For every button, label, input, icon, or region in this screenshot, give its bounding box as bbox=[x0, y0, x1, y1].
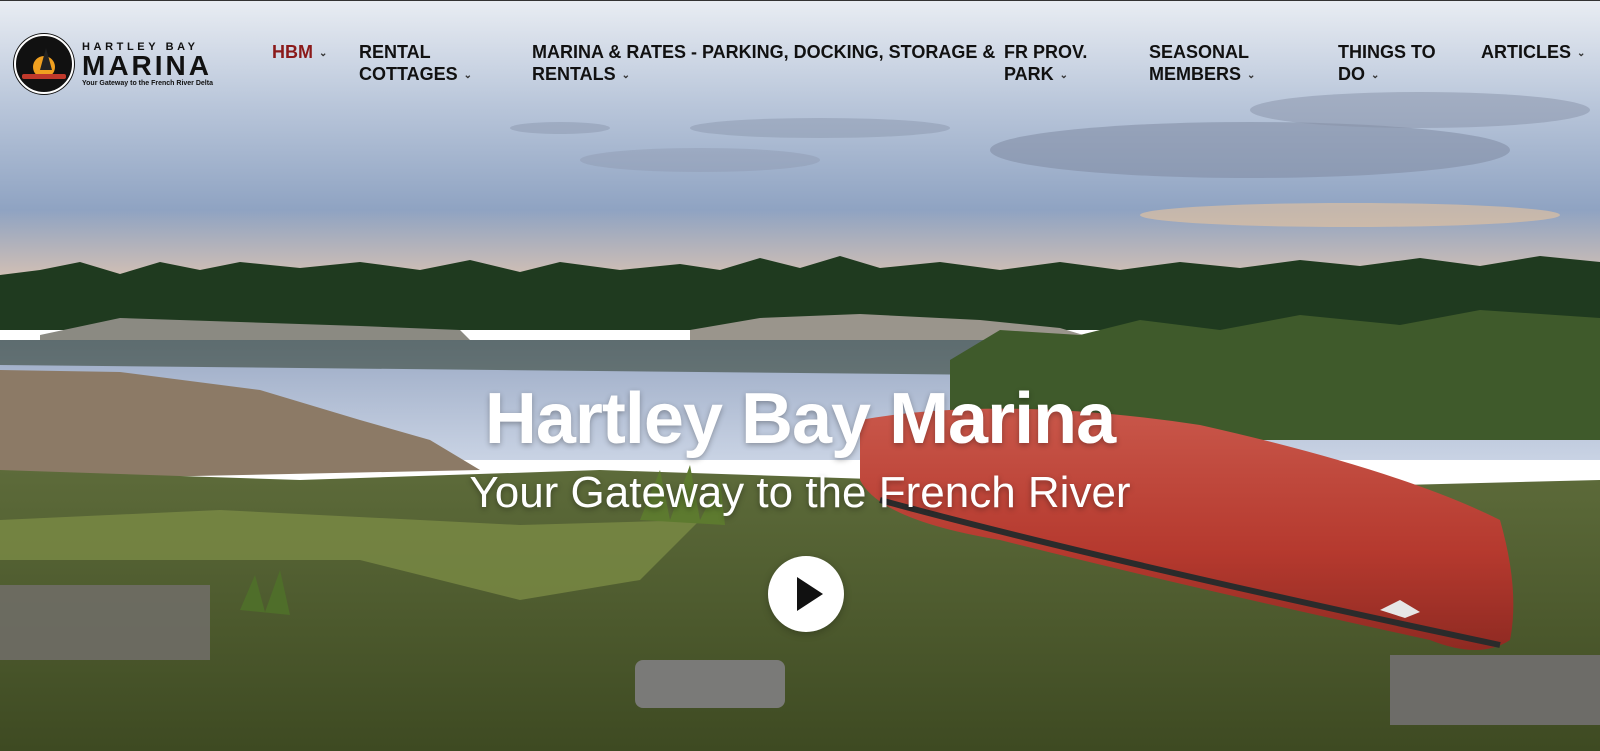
nav-item-label: HBM bbox=[272, 42, 313, 62]
nav-item-label: FR PROV. bbox=[1004, 42, 1088, 62]
nav-item-hbm[interactable]: HBM ⌄ bbox=[272, 41, 327, 65]
nav-item-marina-rates[interactable]: MARINA & RATES - PARKING, DOCKING, STORA… bbox=[532, 41, 995, 87]
nav-item-label: SEASONAL bbox=[1149, 42, 1250, 62]
nav-item-label: RENTAL bbox=[359, 42, 431, 62]
chevron-down-icon: ⌄ bbox=[1371, 70, 1380, 81]
chevron-down-icon: ⌄ bbox=[1247, 70, 1256, 81]
chevron-down-icon: ⌄ bbox=[319, 48, 328, 59]
nav-item-label: MEMBERS bbox=[1149, 64, 1242, 84]
chevron-down-icon: ⌄ bbox=[621, 70, 631, 81]
chevron-down-icon: ⌄ bbox=[463, 70, 473, 81]
nav-item-label: COTTAGES bbox=[359, 64, 458, 84]
hero-section bbox=[0, 0, 1600, 751]
logo-main-text: MARINA bbox=[82, 49, 212, 81]
nav-item-label: ARTICLES bbox=[1481, 42, 1571, 62]
nav-item-things-to-do[interactable]: THINGS TO DO ⌄ bbox=[1338, 41, 1436, 87]
nav-item-label: MARINA & RATES - PARKING, DOCKING, STORA… bbox=[532, 42, 996, 62]
nav-item-articles[interactable]: ARTICLES ⌄ bbox=[1481, 41, 1585, 65]
nav-item-rental-cottages[interactable]: RENTAL COTTAGES ⌄ bbox=[359, 41, 472, 87]
hero-title: Hartley Bay Marina bbox=[484, 379, 1116, 459]
nav-item-label: DO bbox=[1338, 64, 1365, 84]
hero-subtitle: Your Gateway to the French River bbox=[469, 468, 1131, 517]
nav-item-label: PARK bbox=[1004, 64, 1054, 84]
play-video-button[interactable] bbox=[768, 556, 844, 632]
chevron-down-icon: ⌄ bbox=[1059, 70, 1069, 81]
nav-item-seasonal-members[interactable]: SEASONAL MEMBERS ⌄ bbox=[1149, 41, 1255, 87]
nav-item-label: THINGS TO bbox=[1338, 42, 1436, 62]
hero-background-image bbox=[0, 0, 1600, 751]
logo-badge-icon bbox=[14, 34, 74, 94]
site-logo[interactable]: HARTLEY BAY MARINA Your Gateway to the F… bbox=[14, 34, 214, 94]
logo-tagline: Your Gateway to the French River Delta bbox=[82, 79, 213, 87]
site-header: HARTLEY BAY MARINA Your Gateway to the F… bbox=[0, 0, 1600, 101]
nav-item-label: RENTALS bbox=[532, 64, 616, 84]
nav-item-fr-prov-park[interactable]: FR PROV. PARK ⌄ bbox=[1004, 41, 1087, 87]
play-icon bbox=[797, 577, 823, 611]
chevron-down-icon: ⌄ bbox=[1577, 48, 1586, 59]
